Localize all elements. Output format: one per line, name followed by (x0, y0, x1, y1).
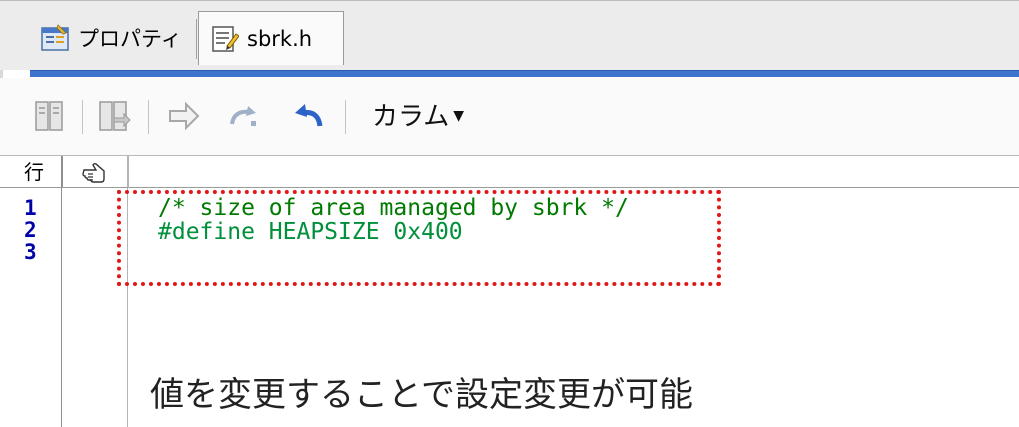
editor-column-header: 行 (0, 156, 1019, 188)
tab-accent-bar (30, 70, 1019, 77)
tab-properties-label: プロパティ (78, 27, 182, 51)
tab-properties[interactable]: プロパティ (30, 11, 195, 65)
tab-divider (196, 19, 197, 59)
undo-icon[interactable] (288, 96, 328, 136)
toolbar-separator (82, 100, 83, 134)
tab-sbrk-h[interactable]: sbrk.h (198, 11, 344, 65)
editor-toolbar: カラム ▼ (0, 78, 1019, 156)
next-bookmark-icon[interactable] (94, 96, 134, 136)
tab-sbrk-h-label: sbrk.h (247, 26, 313, 51)
header-divider (128, 156, 129, 188)
properties-window-icon (41, 24, 69, 51)
dropdown-arrow-icon: ▼ (453, 108, 465, 124)
header-file-icon (212, 25, 239, 52)
toolbar-separator (148, 100, 149, 134)
toggle-bookmark-icon[interactable] (30, 96, 70, 136)
tab-strip: プロパティ sbrk.h (0, 0, 1019, 70)
pointing-hand-icon[interactable] (82, 160, 108, 184)
redo-icon[interactable] (224, 96, 264, 136)
column-dropdown[interactable]: カラム ▼ (372, 94, 464, 134)
code-editor[interactable]: 行 1 2 3 /* size of area managed by sbrk … (0, 156, 1019, 427)
header-divider (62, 156, 63, 188)
line-column-header: 行 (24, 160, 44, 184)
column-dropdown-label: カラム (372, 101, 450, 132)
go-forward-arrow-icon[interactable] (164, 96, 204, 136)
annotation-caption: 値を変更することで設定変更が可能 (150, 375, 693, 415)
highlight-box (117, 190, 721, 286)
line-number: 3 (24, 240, 37, 264)
toolbar-separator (345, 100, 346, 134)
